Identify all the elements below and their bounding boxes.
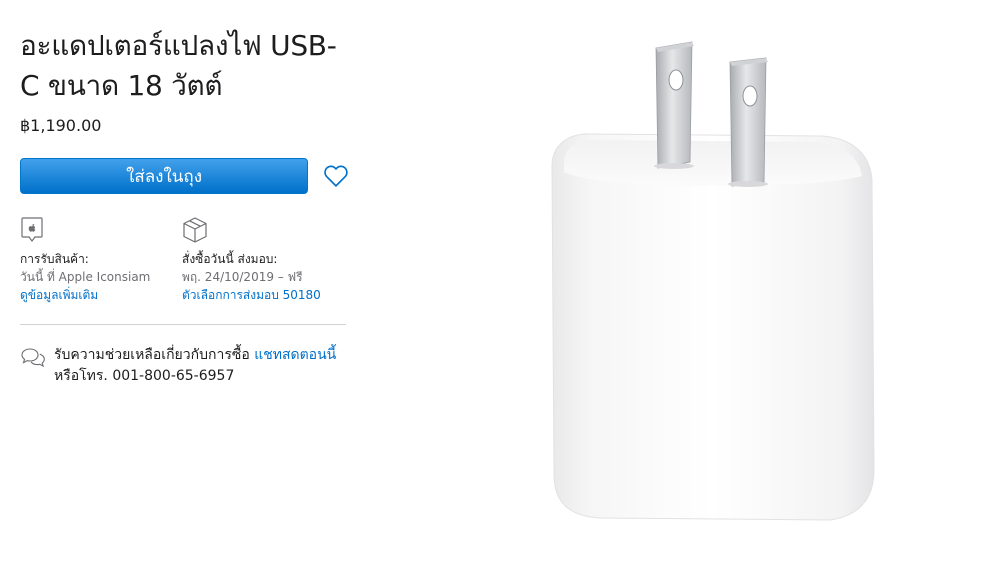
- delivery-options-link[interactable]: ตัวเลือกการส่งมอบ 50180: [182, 286, 344, 304]
- pickup-info: การรับสินค้า: วันนี้ ที่ Apple Iconsiam …: [20, 216, 182, 304]
- box-icon: [182, 216, 344, 244]
- delivery-info: สั่งซื้อวันนี้ ส่งมอบ: พฤ. 24/10/2019 – …: [182, 216, 344, 304]
- fulfillment-info: การรับสินค้า: วันนี้ ที่ Apple Iconsiam …: [20, 216, 350, 304]
- add-to-bag-button[interactable]: ใส่ลงในถุง: [20, 158, 309, 194]
- help-section: รับความช่วยเหลือเกี่ยวกับการซื้อ แชทสดตอ…: [20, 345, 350, 387]
- pickup-detail: วันนี้ ที่ Apple Iconsiam: [20, 270, 151, 284]
- help-text-block: รับความช่วยเหลือเกี่ยวกับการซื้อ แชทสดตอ…: [54, 345, 336, 387]
- buy-row: ใส่ลงในถุง: [20, 158, 350, 194]
- product-image: [551, 41, 875, 521]
- pickup-label: การรับสินค้า:: [20, 252, 89, 266]
- heart-icon[interactable]: [322, 162, 350, 190]
- chat-icon: [21, 348, 45, 368]
- product-info-panel: อะแดปเตอร์แปลงไฟ USB-C ขนาด 18 วัตต์ ฿1,…: [20, 26, 350, 387]
- pickup-more-info-link[interactable]: ดูข้อมูลเพิ่มเติม: [20, 286, 182, 304]
- chat-now-link[interactable]: แชทสดตอนนี้: [254, 347, 336, 363]
- delivery-label: สั่งซื้อวันนี้ ส่งมอบ:: [182, 252, 278, 266]
- phone-text: หรือโทร. 001-800-65-6957: [54, 368, 235, 384]
- help-text: รับความช่วยเหลือเกี่ยวกับการซื้อ: [54, 347, 250, 363]
- divider: [20, 324, 346, 325]
- product-price: ฿1,190.00: [20, 116, 102, 135]
- delivery-detail: พฤ. 24/10/2019 – ฟรี: [182, 270, 303, 284]
- apple-store-icon: [20, 216, 182, 244]
- product-title: อะแดปเตอร์แปลงไฟ USB-C ขนาด 18 วัตต์: [20, 29, 337, 102]
